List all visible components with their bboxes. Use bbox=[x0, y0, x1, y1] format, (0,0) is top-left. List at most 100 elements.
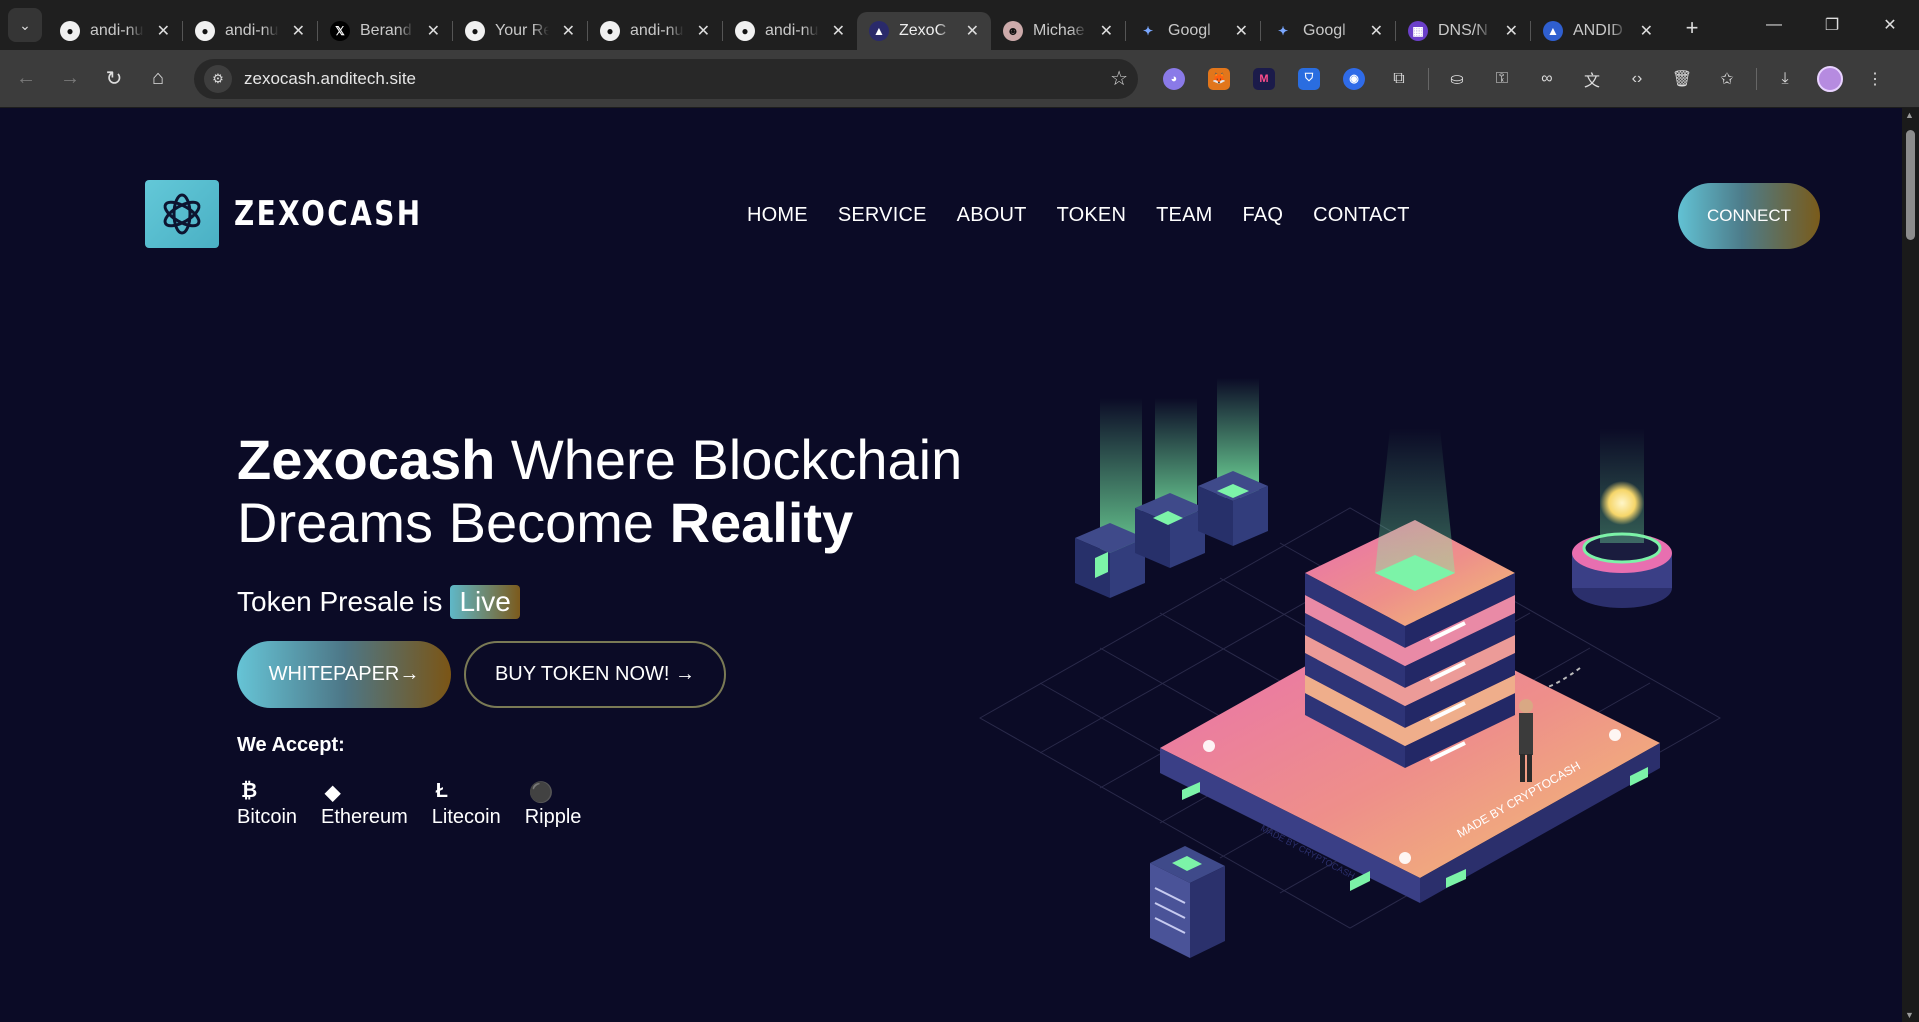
tab-title: DNS/N bbox=[1438, 22, 1488, 39]
browser-tab[interactable]: ● andi-nu ✕ bbox=[183, 12, 317, 50]
github-icon: ● bbox=[195, 21, 215, 41]
translate-button[interactable]: 文 bbox=[1574, 61, 1610, 97]
home-button[interactable]: ⌂ bbox=[140, 61, 176, 97]
browser-tab[interactable]: ▲ ANDID ✕ bbox=[1531, 12, 1665, 50]
browser-tab[interactable]: ▲ ZexoC ✕ bbox=[857, 12, 991, 50]
code-button[interactable]: ‹› bbox=[1619, 61, 1655, 97]
nav-link-contact[interactable]: CONTACT bbox=[1313, 204, 1410, 227]
close-tab-icon[interactable]: ✕ bbox=[292, 21, 305, 41]
minimize-icon: — bbox=[1766, 16, 1782, 33]
extension-metamask-button[interactable]: 🦊 bbox=[1201, 61, 1237, 97]
reload-icon: ↻ bbox=[105, 68, 123, 90]
downloads-button[interactable]: ⤓ bbox=[1767, 61, 1803, 97]
close-tab-icon[interactable]: ✕ bbox=[1235, 21, 1248, 41]
browser-tab[interactable]: ✦ Googl ✕ bbox=[1126, 12, 1260, 50]
tab-title: andi-nu bbox=[225, 22, 279, 39]
close-tab-icon[interactable]: ✕ bbox=[1640, 21, 1653, 41]
toolbar-divider bbox=[1756, 67, 1757, 90]
browser-tab[interactable]: ● Your Re ✕ bbox=[453, 12, 587, 50]
window-controls: — ❐ ✕ bbox=[1745, 0, 1919, 50]
back-button[interactable]: ← bbox=[8, 61, 44, 97]
browser-menu-button[interactable]: ⋮ bbox=[1857, 61, 1893, 97]
ghost-icon: ◕ bbox=[1163, 67, 1185, 90]
extension-shield-button[interactable]: ⛉ bbox=[1291, 61, 1327, 97]
gemini-icon: ✦ bbox=[1142, 24, 1154, 38]
small-server bbox=[1150, 846, 1225, 958]
browser-tab[interactable]: ✦ Googl ✕ bbox=[1261, 12, 1395, 50]
nav-link-team[interactable]: TEAM bbox=[1156, 204, 1212, 227]
nav-link-service[interactable]: SERVICE bbox=[838, 204, 927, 227]
server-tower bbox=[1305, 428, 1515, 768]
tab-title: Your Re bbox=[495, 22, 549, 39]
close-icon: ✕ bbox=[1883, 17, 1897, 34]
site-logo[interactable]: ZEXOCASH bbox=[145, 180, 464, 248]
browser-tab[interactable]: ● andi-nu ✕ bbox=[588, 12, 722, 50]
bitcoin-icon: ₿ bbox=[241, 780, 258, 802]
whitepaper-button[interactable]: WHITEPAPER→ bbox=[237, 641, 451, 708]
close-tab-icon[interactable]: ✕ bbox=[697, 21, 710, 41]
nav-link-home[interactable]: HOME bbox=[747, 204, 808, 227]
nav-link-token[interactable]: TOKEN bbox=[1057, 204, 1127, 227]
coin-label: Ripple bbox=[524, 806, 582, 828]
scrollbar-thumb[interactable] bbox=[1906, 130, 1915, 240]
hero-title: Zexocash Where Blockchain Dreams Become … bbox=[237, 428, 977, 554]
browser-tab[interactable]: ● andi-nu ✕ bbox=[723, 12, 857, 50]
accept-heading: We Accept: bbox=[237, 734, 345, 756]
browser-tab[interactable]: ▦ DNS/N ✕ bbox=[1396, 12, 1530, 50]
incognito-spy-button[interactable]: ⛀ bbox=[1439, 61, 1475, 97]
address-bar[interactable]: ⚙ zexocash.anditech.site ☆ bbox=[194, 58, 1138, 99]
close-tab-icon[interactable]: ✕ bbox=[1505, 21, 1518, 41]
github-icon: ● bbox=[735, 21, 755, 41]
extension-mz-button[interactable]: M bbox=[1246, 61, 1282, 97]
home-icon: ⌂ bbox=[151, 67, 165, 89]
bookmark-star-icon[interactable]: ☆ bbox=[1110, 66, 1128, 91]
forward-button[interactable]: → bbox=[52, 61, 88, 97]
close-tab-icon[interactable]: ✕ bbox=[562, 21, 575, 41]
nav-link-about[interactable]: ABOUT bbox=[957, 204, 1027, 227]
coin-bitcoin: ₿ Bitcoin bbox=[237, 780, 297, 829]
bookmarks-button[interactable]: ✩ bbox=[1709, 61, 1745, 97]
url-text[interactable]: zexocash.anditech.site bbox=[244, 69, 416, 89]
main-nav: HOME SERVICE ABOUT TOKEN TEAM FAQ CONTACT bbox=[747, 204, 1440, 227]
buy-token-button[interactable]: BUY TOKEN NOW! → bbox=[464, 641, 726, 708]
browser-tab[interactable]: 𝕏 Berand ✕ bbox=[318, 12, 452, 50]
logo-mark-icon bbox=[145, 180, 219, 248]
restore-button[interactable]: ❐ bbox=[1803, 0, 1861, 50]
profile-button[interactable] bbox=[1812, 61, 1848, 97]
coin-label: Ethereum bbox=[321, 806, 408, 828]
close-window-button[interactable]: ✕ bbox=[1861, 0, 1919, 50]
browser-tab[interactable]: ● andi-nu ✕ bbox=[48, 12, 182, 50]
link-button[interactable]: ∞ bbox=[1529, 61, 1565, 97]
close-tab-icon[interactable]: ✕ bbox=[157, 21, 170, 41]
tab-list: ● andi-nu ✕ ● andi-nu ✕ 𝕏 Berand ✕ ● Your Re ✕ ● andi… bbox=[48, 0, 1665, 50]
extension-ghost-button[interactable]: ◕ bbox=[1156, 61, 1192, 97]
close-tab-icon[interactable]: ✕ bbox=[966, 21, 979, 41]
github-icon: ● bbox=[600, 21, 620, 41]
ethereum-icon: ◆ bbox=[325, 782, 341, 804]
close-tab-icon[interactable]: ✕ bbox=[832, 21, 845, 41]
tab-search-button[interactable]: ⌄ bbox=[8, 8, 42, 42]
browser-tab[interactable]: ☻ Michae ✕ bbox=[991, 12, 1125, 50]
reload-button[interactable]: ↻ bbox=[96, 61, 132, 97]
close-tab-icon[interactable]: ✕ bbox=[427, 21, 440, 41]
extension-circle-button[interactable]: ◉ bbox=[1336, 61, 1372, 97]
site-info-icon[interactable]: ⚙ bbox=[204, 64, 232, 93]
password-key-button[interactable]: ⚿ bbox=[1484, 61, 1520, 97]
fox-icon: 🦊 bbox=[1208, 67, 1230, 90]
litecoin-icon: Ł bbox=[435, 780, 448, 802]
trash-button[interactable]: 🗑 bbox=[1664, 61, 1700, 97]
close-tab-icon[interactable]: ✕ bbox=[1100, 21, 1113, 41]
scroll-up-icon[interactable]: ▲ bbox=[1905, 110, 1914, 120]
close-tab-icon[interactable]: ✕ bbox=[1370, 21, 1383, 41]
connect-button[interactable]: CONNECT bbox=[1678, 183, 1820, 249]
extensions-menu-button[interactable]: ⧉ bbox=[1381, 61, 1417, 97]
ripple-icon: ⚫ bbox=[528, 782, 554, 804]
logo-text: ZEXOCASH bbox=[234, 194, 423, 234]
new-tab-button[interactable]: + bbox=[1677, 13, 1707, 43]
minimize-button[interactable]: — bbox=[1745, 0, 1803, 50]
nav-link-faq[interactable]: FAQ bbox=[1242, 204, 1283, 227]
page-scrollbar[interactable]: ▲ ▼ bbox=[1902, 108, 1919, 1022]
scroll-down-icon[interactable]: ▼ bbox=[1905, 1010, 1914, 1020]
gemini-icon: ✦ bbox=[1277, 24, 1289, 38]
live-badge: Live bbox=[450, 585, 520, 619]
